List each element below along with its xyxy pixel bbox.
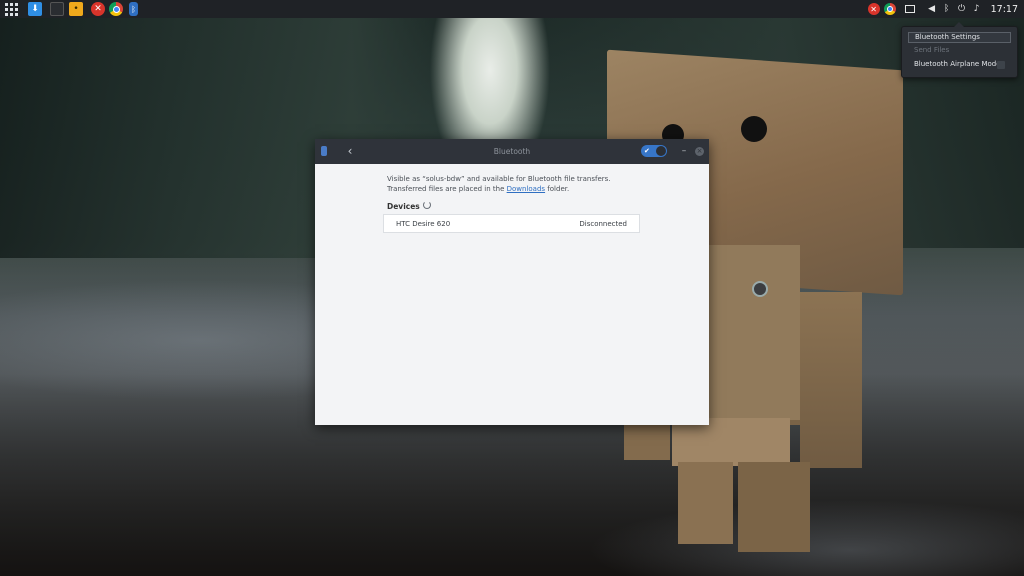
airplane-mode-label: Bluetooth Airplane Mode: [914, 60, 1001, 68]
danbo-arm-left: [624, 420, 670, 460]
panel-launchers: ⬇ • ✕ ᛒ: [0, 0, 138, 18]
visibility-description: Visible as “solus-bdw” and available for…: [387, 175, 611, 193]
scanning-spinner-icon: [423, 201, 431, 209]
terminal-icon[interactable]: [50, 2, 64, 16]
power-icon[interactable]: ⏻: [956, 3, 968, 15]
bluetooth-icon[interactable]: ᛒ: [941, 3, 953, 15]
check-icon: ✔: [644, 147, 650, 155]
window-content: Visible as “solus-bdw” and available for…: [315, 164, 709, 425]
danbo-leg-right: [738, 462, 810, 552]
top-panel: ⬇ • ✕ ᛒ ✕ ◀ ᛒ ⏻ ♪ 17:17: [0, 0, 1024, 18]
window-titlebar[interactable]: ‹ Bluetooth ✔ – ×: [315, 139, 709, 164]
device-status: Disconnected: [579, 220, 627, 228]
bluetooth-applet-popover: Bluetooth Settings Send Files Bluetooth …: [901, 22, 1018, 78]
danbo-bolt: [752, 281, 768, 297]
clock[interactable]: 17:17: [991, 4, 1018, 15]
chrome-icon[interactable]: [883, 3, 896, 15]
danbo-eye-right: [741, 116, 767, 142]
bell-icon[interactable]: ♪: [971, 3, 983, 15]
bluetooth-window: ‹ Bluetooth ✔ – × Visible as “solus-bdw”…: [315, 139, 709, 425]
danbo-leg-left: [678, 462, 733, 544]
crossover-icon[interactable]: ✕: [867, 3, 880, 15]
danbo-arm-right: [800, 292, 862, 468]
bluetooth-power-switch[interactable]: ✔: [641, 145, 667, 157]
device-name: HTC Desire 620: [396, 220, 451, 228]
switch-knob: [656, 146, 666, 156]
bluetooth-settings-menu-item[interactable]: Bluetooth Settings: [908, 32, 1011, 43]
volume-icon[interactable]: ◀: [926, 3, 938, 15]
close-button[interactable]: ×: [695, 147, 704, 156]
danbo-body-front: [705, 245, 800, 420]
send-files-menu-item: Send Files: [914, 46, 950, 54]
notification-icon[interactable]: [904, 3, 916, 15]
chrome-icon[interactable]: [109, 2, 123, 16]
system-tray: ✕ ◀ ᛒ ⏻ ♪ 17:17: [864, 0, 1024, 18]
file-manager-icon[interactable]: •: [69, 2, 83, 16]
airplane-mode-switch[interactable]: [997, 61, 1005, 69]
apps-grid-icon[interactable]: [4, 2, 18, 16]
crossover-icon[interactable]: ✕: [91, 2, 105, 16]
download-icon[interactable]: ⬇: [28, 2, 42, 16]
airplane-mode-menu-item[interactable]: Bluetooth Airplane Mode: [908, 59, 1011, 70]
minimize-button[interactable]: –: [679, 139, 689, 163]
device-row[interactable]: HTC Desire 620 Disconnected: [383, 214, 640, 233]
danbo-hip: [672, 418, 790, 466]
devices-heading: Devices: [387, 202, 420, 211]
bluetooth-icon[interactable]: ᛒ: [129, 2, 138, 16]
downloads-link[interactable]: Downloads: [507, 185, 545, 193]
